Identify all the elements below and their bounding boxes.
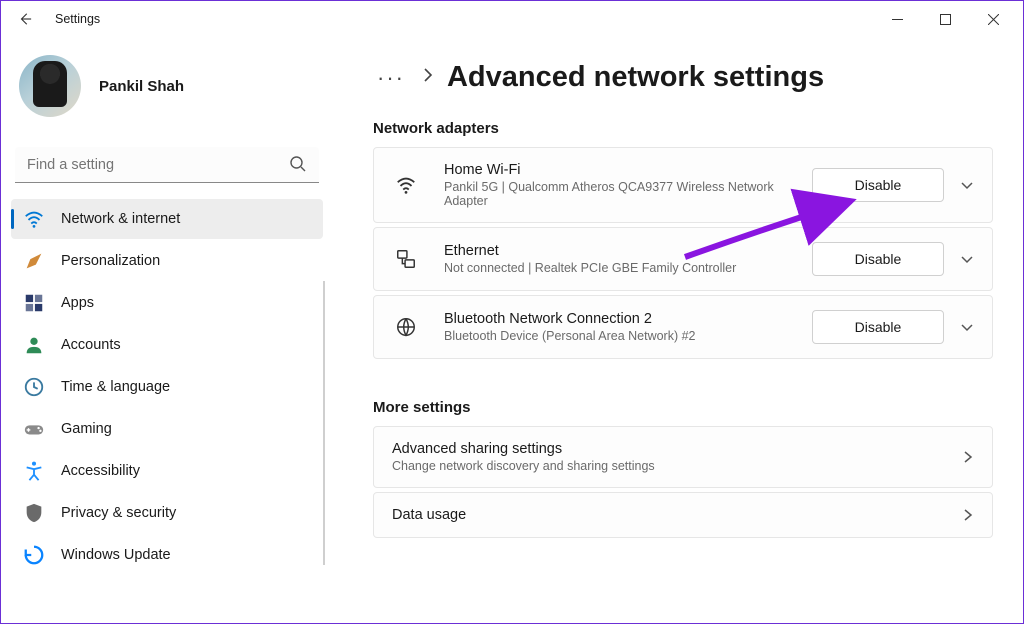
sidebar-item-label: Apps (61, 295, 94, 311)
arrow-left-icon (18, 12, 32, 26)
close-icon (988, 14, 999, 25)
setting-title: Advanced sharing settings (392, 441, 962, 457)
nav: Network & internet Personalization Apps Acc… (11, 199, 323, 575)
accessibility-icon (23, 460, 45, 482)
sidebar-item-privacy-security[interactable]: Privacy & security (11, 493, 323, 533)
disable-button-wifi[interactable]: Disable (812, 168, 944, 202)
chevron-right-icon (423, 68, 433, 87)
chevron-down-icon[interactable] (960, 252, 974, 266)
brush-icon (23, 250, 45, 272)
app-title: Settings (55, 12, 100, 26)
sidebar-item-label: Personalization (61, 253, 160, 269)
breadcrumb-ellipsis[interactable]: ··· (373, 65, 409, 91)
content: ··· Advanced network settings Network ad… (333, 37, 1023, 623)
page-title: Advanced network settings (447, 61, 824, 94)
apps-icon (23, 292, 45, 314)
wifi-icon (23, 208, 45, 230)
sidebar-item-label: Time & language (61, 379, 170, 395)
minimize-icon (892, 14, 903, 25)
search-input[interactable] (15, 147, 319, 183)
adapter-card-ethernet[interactable]: Ethernet Not connected | Realtek PCIe GB… (373, 227, 993, 291)
sidebar-item-label: Privacy & security (61, 505, 176, 521)
gamepad-icon (23, 418, 45, 440)
sidebar-item-label: Accounts (61, 337, 121, 353)
adapter-subtitle: Bluetooth Device (Personal Area Network)… (444, 329, 812, 343)
adapter-title: Ethernet (444, 243, 812, 259)
sidebar-item-label: Network & internet (61, 211, 180, 227)
update-icon (23, 544, 45, 566)
profile-name: Pankil Shah (99, 78, 184, 95)
chevron-right-icon[interactable] (962, 450, 974, 464)
sidebar-item-accessibility[interactable]: Accessibility (11, 451, 323, 491)
adapter-title: Home Wi-Fi (444, 162, 812, 178)
search-container (15, 147, 319, 183)
setting-card-sharing[interactable]: Advanced sharing settings Change network… (373, 426, 993, 488)
adapter-subtitle: Pankil 5G | Qualcomm Atheros QCA9377 Wir… (444, 180, 812, 208)
close-button[interactable] (969, 3, 1017, 35)
adapter-card-bluetooth[interactable]: Bluetooth Network Connection 2 Bluetooth… (373, 295, 993, 359)
sidebar-item-accounts[interactable]: Accounts (11, 325, 323, 365)
setting-subtitle: Change network discovery and sharing set… (392, 459, 962, 473)
sidebar-item-personalization[interactable]: Personalization (11, 241, 323, 281)
avatar (19, 55, 81, 117)
breadcrumb: ··· Advanced network settings (373, 61, 993, 94)
wifi-icon (392, 174, 420, 196)
shield-icon (23, 502, 45, 524)
adapter-card-wifi[interactable]: Home Wi-Fi Pankil 5G | Qualcomm Atheros … (373, 147, 993, 223)
section-title-adapters: Network adapters (373, 120, 993, 137)
setting-title: Data usage (392, 507, 962, 523)
minimize-button[interactable] (873, 3, 921, 35)
chevron-down-icon[interactable] (960, 320, 974, 334)
ethernet-icon (392, 248, 420, 270)
globe-icon (392, 316, 420, 338)
chevron-right-icon[interactable] (962, 508, 974, 522)
adapter-title: Bluetooth Network Connection 2 (444, 311, 812, 327)
profile-block[interactable]: Pankil Shah (11, 49, 323, 141)
clock-icon (23, 376, 45, 398)
sidebar-item-windows-update[interactable]: Windows Update (11, 535, 323, 575)
more-settings-list: Advanced sharing settings Change network… (373, 426, 993, 538)
sidebar-item-gaming[interactable]: Gaming (11, 409, 323, 449)
maximize-icon (940, 14, 951, 25)
search-icon (289, 155, 307, 178)
sidebar-item-label: Accessibility (61, 463, 140, 479)
maximize-button[interactable] (921, 3, 969, 35)
disable-button-bluetooth[interactable]: Disable (812, 310, 944, 344)
disable-button-ethernet[interactable]: Disable (812, 242, 944, 276)
section-title-more: More settings (373, 399, 993, 416)
person-icon (23, 334, 45, 356)
sidebar-item-apps[interactable]: Apps (11, 283, 323, 323)
sidebar: Pankil Shah Network & internet Personaliz… (1, 37, 333, 623)
adapter-list: Home Wi-Fi Pankil 5G | Qualcomm Atheros … (373, 147, 993, 359)
back-button[interactable] (7, 1, 43, 37)
sidebar-item-network-internet[interactable]: Network & internet (11, 199, 323, 239)
sidebar-item-time-language[interactable]: Time & language (11, 367, 323, 407)
sidebar-item-label: Gaming (61, 421, 112, 437)
chevron-down-icon[interactable] (960, 178, 974, 192)
scroll-indicator (323, 281, 325, 565)
adapter-subtitle: Not connected | Realtek PCIe GBE Family … (444, 261, 812, 275)
sidebar-item-label: Windows Update (61, 547, 171, 563)
setting-card-datausage[interactable]: Data usage (373, 492, 993, 538)
